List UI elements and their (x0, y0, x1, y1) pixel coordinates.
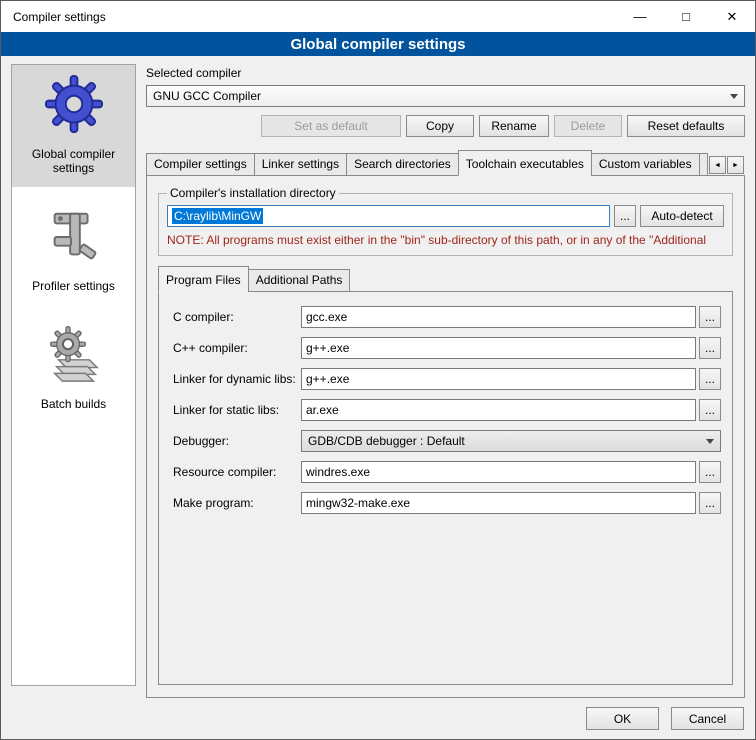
form-row-linker-static: Linker for static libs: ar.exe ... (173, 399, 721, 421)
tab-build-options[interactable]: Buil (699, 153, 708, 176)
browse-directory-button[interactable]: ... (614, 205, 636, 227)
sidebar-item-label: Batch builds (41, 397, 106, 411)
close-icon: ✕ (727, 9, 738, 25)
ok-button[interactable]: OK (586, 707, 659, 730)
c-compiler-input[interactable]: gcc.exe (301, 306, 696, 328)
gear-icon (43, 73, 105, 135)
cpp-compiler-input[interactable]: g++.exe (301, 337, 696, 359)
selected-compiler-dropdown[interactable]: GNU GCC Compiler (146, 85, 745, 107)
toolchain-executables-panel: Compiler's installation directory C:\ray… (146, 175, 745, 698)
maximize-button[interactable]: □ (663, 1, 709, 32)
set-as-default-button: Set as default (261, 115, 401, 137)
delete-button: Delete (554, 115, 622, 137)
field-label: Resource compiler: (173, 465, 301, 479)
sidebar-item-label: Global compiler settings (16, 147, 131, 175)
installation-directory-value: C:\raylib\MinGW (172, 208, 263, 224)
dialog-body: Global compiler settings Profiler settin… (1, 56, 755, 698)
installation-directory-input[interactable]: C:\raylib\MinGW (167, 205, 610, 227)
linker-dynamic-input[interactable]: g++.exe (301, 368, 696, 390)
tab-scroll-right-button[interactable]: ► (727, 156, 744, 174)
tab-linker-settings[interactable]: Linker settings (254, 153, 347, 176)
cancel-button[interactable]: Cancel (671, 707, 744, 730)
field-label: Debugger: (173, 434, 301, 448)
minimize-icon: — (634, 9, 647, 24)
field-label: C++ compiler: (173, 341, 301, 355)
reset-defaults-button[interactable]: Reset defaults (627, 115, 745, 137)
form-row-resource-compiler: Resource compiler: windres.exe ... (173, 461, 721, 483)
minimize-button[interactable]: — (617, 1, 663, 32)
tab-compiler-settings[interactable]: Compiler settings (146, 153, 255, 176)
form-row-debugger: Debugger: GDB/CDB debugger : Default (173, 430, 721, 452)
tab-scroll-left-button[interactable]: ◄ (709, 156, 726, 174)
c-compiler-value: gcc.exe (306, 310, 347, 324)
sidebar-item-label: Profiler settings (32, 279, 115, 293)
c-compiler-browse-button[interactable]: ... (699, 306, 721, 328)
form-row-make-program: Make program: mingw32-make.exe ... (173, 492, 721, 514)
window-title: Compiler settings (1, 10, 106, 24)
page-title: Global compiler settings (1, 32, 755, 56)
cpp-compiler-value: g++.exe (306, 341, 349, 355)
make-program-value: mingw32-make.exe (306, 496, 410, 510)
auto-detect-button[interactable]: Auto-detect (640, 205, 724, 227)
tab-program-files[interactable]: Program Files (158, 266, 249, 292)
make-program-input[interactable]: mingw32-make.exe (301, 492, 696, 514)
form-row-c-compiler: C compiler: gcc.exe ... (173, 306, 721, 328)
main-panel: Selected compiler GNU GCC Compiler Set a… (146, 64, 745, 698)
make-program-browse-button[interactable]: ... (699, 492, 721, 514)
sidebar-item-global-compiler-settings[interactable]: Global compiler settings (12, 65, 135, 187)
tab-scroll-arrows: ◄ ► (709, 156, 744, 174)
tab-search-directories[interactable]: Search directories (346, 153, 459, 176)
tab-custom-variables[interactable]: Custom variables (591, 153, 700, 176)
installation-directory-group: Compiler's installation directory C:\ray… (158, 186, 733, 256)
resource-compiler-browse-button[interactable]: ... (699, 461, 721, 483)
field-label: Linker for dynamic libs: (173, 372, 301, 386)
linker-dynamic-value: g++.exe (306, 372, 349, 386)
dialog-footer: OK Cancel (1, 698, 755, 739)
linker-dynamic-browse-button[interactable]: ... (699, 368, 721, 390)
note-text: NOTE: All programs must exist either in … (167, 233, 724, 247)
tab-toolchain-executables[interactable]: Toolchain executables (458, 150, 592, 176)
sidebar-item-profiler-settings[interactable]: Profiler settings (12, 197, 135, 305)
resource-compiler-input[interactable]: windres.exe (301, 461, 696, 483)
selected-compiler-label: Selected compiler (146, 66, 745, 80)
close-button[interactable]: ✕ (709, 1, 755, 32)
profiler-tool-icon (43, 205, 105, 267)
field-label: Linker for static libs: (173, 403, 301, 417)
rename-button[interactable]: Rename (479, 115, 549, 137)
settings-tabs: Compiler settings Linker settings Search… (146, 150, 745, 176)
chevron-down-icon (706, 439, 714, 444)
installation-directory-legend: Compiler's installation directory (167, 186, 339, 200)
window-controls: — □ ✕ (617, 1, 755, 32)
selected-compiler-value: GNU GCC Compiler (153, 89, 261, 103)
arrow-left-icon: ◄ (714, 162, 721, 169)
maximize-icon: □ (682, 9, 690, 24)
field-label: C compiler: (173, 310, 301, 324)
linker-static-value: ar.exe (306, 403, 339, 417)
sidebar: Global compiler settings Profiler settin… (11, 64, 136, 686)
compiler-action-buttons: Set as default Copy Rename Delete Reset … (146, 115, 745, 137)
cpp-compiler-browse-button[interactable]: ... (699, 337, 721, 359)
program-tabs: Program Files Additional Paths (158, 266, 733, 292)
program-files-panel: C compiler: gcc.exe ... C++ compiler: g+… (158, 291, 733, 685)
debugger-dropdown[interactable]: GDB/CDB debugger : Default (301, 430, 721, 452)
form-row-cpp-compiler: C++ compiler: g++.exe ... (173, 337, 721, 359)
linker-static-browse-button[interactable]: ... (699, 399, 721, 421)
debugger-value: GDB/CDB debugger : Default (308, 434, 465, 448)
sidebar-item-batch-builds[interactable]: Batch builds (12, 315, 135, 423)
copy-button[interactable]: Copy (406, 115, 474, 137)
installation-directory-row: C:\raylib\MinGW ... Auto-detect (167, 205, 724, 227)
resource-compiler-value: windres.exe (306, 465, 370, 479)
linker-static-input[interactable]: ar.exe (301, 399, 696, 421)
arrow-right-icon: ► (732, 162, 739, 169)
field-label: Make program: (173, 496, 301, 510)
tab-additional-paths[interactable]: Additional Paths (248, 269, 351, 292)
batch-builds-gear-icon (43, 323, 105, 385)
titlebar[interactable]: Compiler settings — □ ✕ (1, 1, 755, 32)
compiler-settings-dialog: Compiler settings — □ ✕ Global compiler … (0, 0, 756, 740)
form-row-linker-dynamic: Linker for dynamic libs: g++.exe ... (173, 368, 721, 390)
chevron-down-icon (730, 94, 738, 99)
